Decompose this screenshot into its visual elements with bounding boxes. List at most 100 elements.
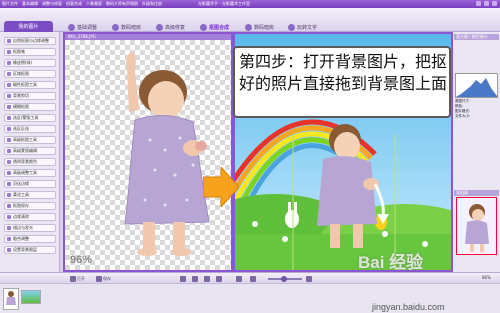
tab-label: 我的图片 xyxy=(18,24,39,30)
redo-icon xyxy=(192,275,198,282)
sidebar-item[interactable]: 高级抠图工具 xyxy=(4,136,56,144)
darkroom-button[interactable]: 数码暗房 xyxy=(112,23,141,32)
tab-my-pictures[interactable]: 我的图片 xyxy=(4,21,53,32)
tool-icon xyxy=(7,237,11,241)
save-icon xyxy=(96,275,102,282)
adjust-icon xyxy=(68,24,75,31)
thumbnail-background[interactable] xyxy=(21,290,41,304)
menu-item-creative[interactable]: 创意合成 xyxy=(66,1,82,7)
sidebar-item[interactable]: 选区/蒙版工具 xyxy=(4,114,56,122)
effects-icon xyxy=(245,24,252,31)
text-button[interactable]: 玩转文字 xyxy=(288,23,317,32)
thumbnail-child[interactable] xyxy=(3,288,19,310)
title-bar: 图片文件 基本编辑 调整与修复 创意合成 人像美容 数码大师有声相册 升级和注册… xyxy=(0,0,500,8)
menu-item-album[interactable]: 数码大师有声相册 xyxy=(106,1,138,7)
tool-icon xyxy=(7,193,11,197)
zoom-in-icon xyxy=(306,275,312,282)
sidebar-item[interactable]: 羽化边缘 xyxy=(4,180,56,188)
open-button[interactable]: 打开 xyxy=(70,275,85,282)
menu-item-edit[interactable]: 基本编辑 xyxy=(22,1,38,7)
sidebar-item[interactable]: 设置背景图层 xyxy=(4,246,56,254)
navigator-thumbnail xyxy=(465,204,489,252)
sidebar-item[interactable]: 描边与发光 xyxy=(4,224,56,232)
sidebar-item[interactable]: 高级调整工具 xyxy=(4,169,56,177)
transparent-canvas[interactable]: 96% xyxy=(65,40,231,270)
zoom-slider[interactable] xyxy=(268,276,302,282)
tool-icon xyxy=(7,39,11,43)
menu-item-portrait[interactable]: 人像美容 xyxy=(86,1,102,7)
minimize-icon[interactable] xyxy=(476,1,481,6)
sidebar-item[interactable]: 融合调整 xyxy=(4,235,56,243)
right-info-panel: 直方图 / 颜色统计 原图尺寸: 颜色: 图片格式: 文件大小: 导航器 xyxy=(453,32,500,272)
tool-icon xyxy=(7,149,11,153)
tool-icon xyxy=(7,116,11,120)
step-callout: 第四步：打开背景图片，把抠好的照片直接拖到背景图上面 xyxy=(233,46,451,118)
watermark-logo: Bai 经验 xyxy=(358,253,424,272)
sidebar-item[interactable]: 橡皮擦(绿) xyxy=(4,59,56,67)
zoom-slider-knob[interactable] xyxy=(281,276,287,282)
sidebar-item[interactable]: 抠图保存 xyxy=(4,202,56,210)
sidebar-item[interactable]: 背景剪切 xyxy=(4,92,56,100)
folder-icon xyxy=(70,275,76,282)
basic-adjust-button[interactable]: 基础调整 xyxy=(68,23,97,32)
sidebar-item[interactable]: 边缘清除 xyxy=(4,213,56,221)
menu-bar: 图片文件 基本编辑 调整与修复 创意合成 人像美容 数码大师有声相册 升级和注册 xyxy=(2,1,162,7)
menu-item-upgrade[interactable]: 升级和注册 xyxy=(142,1,162,7)
menu-item-file[interactable]: 图片文件 xyxy=(2,1,18,7)
fit-button[interactable] xyxy=(236,275,242,282)
tool-icon xyxy=(7,127,11,131)
effects-button[interactable]: 数码暗房 xyxy=(245,23,274,32)
sidebar-item[interactable]: 透明背景颜色 xyxy=(4,158,56,166)
maximize-icon[interactable] xyxy=(484,1,489,6)
menu-item-adjust[interactable]: 调整与修复 xyxy=(42,1,62,7)
zoom-level: 96% xyxy=(70,254,93,266)
sidebar-item[interactable]: 区域抠图 xyxy=(4,70,56,78)
sidebar-item[interactable]: 高级蒙版编辑 xyxy=(4,147,56,155)
bottom-toolbar: 打开 保存 86% xyxy=(0,272,500,283)
cutout-image-panel[interactable]: IMG_2786.JPG 96% xyxy=(63,32,233,272)
child-cutout-photo[interactable] xyxy=(65,40,231,268)
window-controls xyxy=(476,1,497,6)
darkroom-icon xyxy=(112,24,119,31)
zoom-in-button[interactable] xyxy=(306,275,312,282)
histogram-chart xyxy=(455,73,498,98)
compose-button[interactable]: 抠图合成 xyxy=(200,23,229,32)
sidebar-item[interactable]: 自然抠图与边缘调整 xyxy=(4,37,56,45)
watermark-url: jingyan.baidu.com xyxy=(372,302,445,312)
tool-icon xyxy=(7,171,11,175)
arrow-right-icon xyxy=(203,167,239,207)
close-icon[interactable] xyxy=(492,1,497,6)
rotate-left-button[interactable] xyxy=(204,275,210,282)
rotate-right-button[interactable] xyxy=(216,275,222,282)
main-toolbar: 我的图片 基础调整 数码暗房 高级修复 抠图合成 数码暗房 玩转文字 xyxy=(0,8,500,32)
redo-button[interactable] xyxy=(192,275,198,282)
app-title: 光影魔术手 - 光影魔术工作室 xyxy=(198,1,250,6)
tool-icon xyxy=(7,204,11,208)
sidebar-item[interactable]: 选区反选 xyxy=(4,125,56,133)
undo-button[interactable] xyxy=(180,275,186,282)
tool-icon xyxy=(7,72,11,76)
navigator-section-title: 导航器 xyxy=(454,190,499,196)
navigator-preview[interactable] xyxy=(456,197,497,255)
callout-text: 第四步：打开背景图片，把抠好的照片直接拖到背景图上面 xyxy=(239,52,448,93)
histogram-graphic xyxy=(456,78,497,97)
advanced-fix-button[interactable]: 高级修复 xyxy=(156,23,185,32)
rotate-left-icon xyxy=(204,275,210,282)
tool-icon xyxy=(7,50,11,54)
tool-icon xyxy=(7,83,11,87)
sidebar-item[interactable]: 模糊抠图 xyxy=(4,103,56,111)
sidebar-item[interactable]: 抠图笔 xyxy=(4,48,56,56)
undo-icon xyxy=(180,275,186,282)
tool-icon xyxy=(7,215,11,219)
sidebar-item[interactable]: 柔化工具 xyxy=(4,191,56,199)
zoom-out-button[interactable] xyxy=(250,275,256,282)
zoom-out-icon xyxy=(250,275,256,282)
sidebar-item[interactable]: 磁性抠图工具 xyxy=(4,81,56,89)
tool-icon xyxy=(7,226,11,230)
tool-icon xyxy=(7,61,11,65)
save-button[interactable]: 保存 xyxy=(96,275,111,282)
tool-icon xyxy=(7,138,11,142)
fit-icon xyxy=(236,275,242,282)
info-line: 文件大小: xyxy=(455,114,471,118)
tool-icon xyxy=(7,182,11,186)
